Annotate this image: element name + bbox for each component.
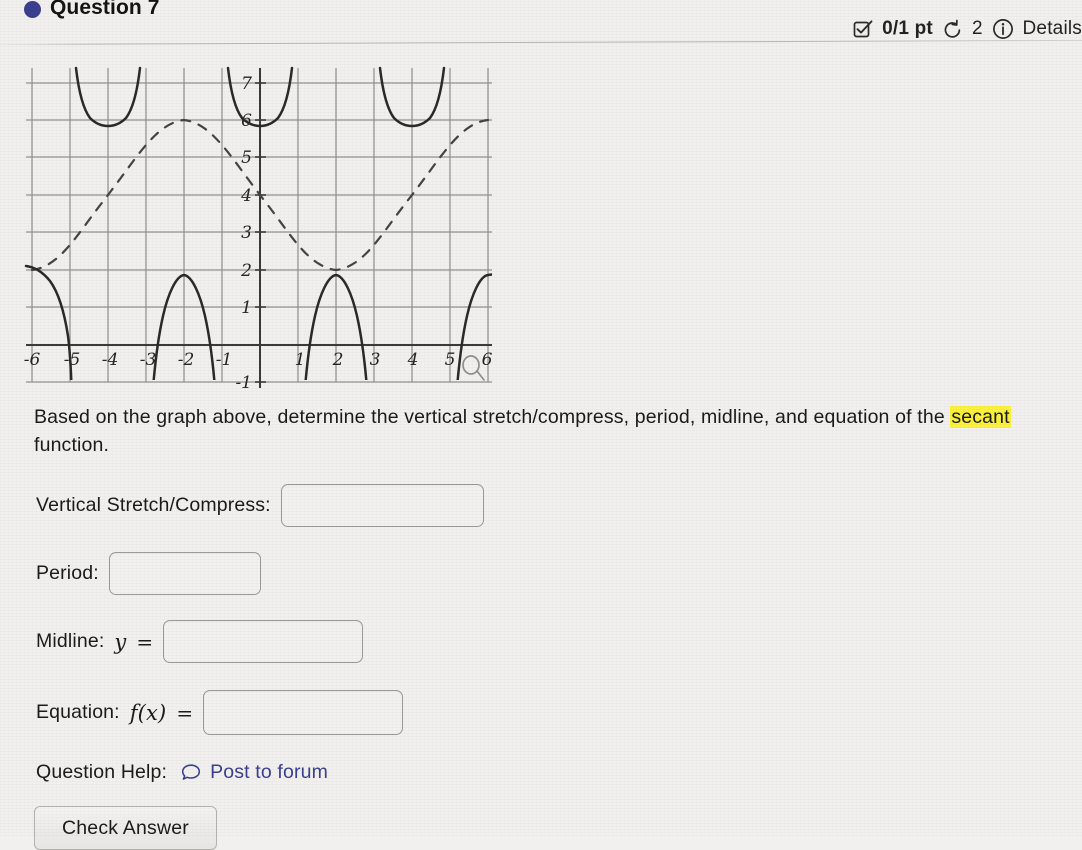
post-to-forum-label: Post to forum (210, 761, 329, 783)
info-circle-icon[interactable] (992, 18, 1014, 40)
period-row: Period: (36, 552, 261, 595)
svg-text:2: 2 (240, 261, 252, 281)
equation-row: Equation: f(x) = (36, 690, 404, 735)
attempts-count: 2 (971, 18, 983, 39)
equation-input[interactable] (203, 690, 404, 735)
midline-equals-sign: = (136, 629, 154, 654)
vertical-stretch-row: Vertical Stretch/Compress: (36, 484, 484, 527)
midline-label: Midline: (36, 630, 105, 652)
page-title: Question 7 (50, 0, 160, 19)
svg-text:-1: -1 (216, 350, 233, 370)
prompt-text-before: Based on the graph above, determine the … (34, 406, 951, 428)
svg-text:4: 4 (240, 186, 252, 206)
svg-text:2: 2 (332, 350, 344, 370)
speech-bubble-icon (181, 763, 201, 782)
question-meta: 0/1 pt 2 Details (853, 18, 1082, 40)
question-help-row: Question Help: Post to forum (36, 761, 328, 784)
period-input[interactable] (108, 552, 261, 595)
secant-graph-svg: -6 -5 -4 -3 -2 -1 1 2 3 4 5 6 7 6 5 4 3 … (24, 66, 493, 393)
vertical-stretch-label: Vertical Stretch/Compress: (36, 494, 271, 516)
svg-text:-1: -1 (235, 373, 252, 393)
retry-icon (942, 19, 963, 40)
question-bullet-icon (24, 1, 41, 18)
details-link[interactable]: Details (1023, 18, 1082, 40)
svg-text:5: 5 (241, 148, 252, 168)
svg-text:1: 1 (295, 350, 306, 370)
x-tick-labels: -6 -5 -4 -3 -2 -1 1 2 3 4 5 6 (24, 350, 493, 370)
svg-text:6: 6 (482, 350, 493, 370)
svg-text:4: 4 (407, 350, 419, 370)
question-header: Question 7 0/1 pt 2 Details (0, 0, 1082, 52)
svg-text:-2: -2 (178, 350, 195, 370)
prompt-highlight-secant: secant (950, 406, 1011, 428)
svg-text:-5: -5 (64, 350, 81, 370)
check-answer-button[interactable]: Check Answer (34, 806, 217, 850)
axes (26, 68, 492, 388)
checkbox-checked-icon (853, 19, 873, 39)
prompt-text-after: function. (34, 433, 110, 456)
midline-row: Midline: y = (36, 620, 364, 663)
points-value: 0/1 pt (882, 18, 933, 39)
question-title-group: Question 7 (24, 0, 160, 20)
svg-text:1: 1 (241, 298, 252, 318)
svg-text:5: 5 (445, 350, 456, 370)
question-help-label: Question Help: (36, 761, 168, 783)
vertical-stretch-input[interactable] (280, 484, 484, 527)
midline-variable: y (114, 629, 127, 654)
question-prompt: Based on the graph above, determine the … (34, 404, 1048, 459)
midline-input[interactable] (163, 620, 364, 663)
svg-text:-6: -6 (24, 350, 41, 370)
post-to-forum-link[interactable]: Post to forum (181, 761, 328, 784)
secant-graph: -6 -5 -4 -3 -2 -1 1 2 3 4 5 6 7 6 5 4 3 … (0, 58, 500, 393)
svg-text:7: 7 (241, 74, 252, 94)
equation-label: Equation: (36, 701, 120, 723)
period-label: Period: (36, 562, 99, 584)
svg-text:3: 3 (370, 350, 381, 370)
equation-equals-sign: = (176, 700, 194, 725)
header-divider (0, 39, 1082, 45)
svg-text:-4: -4 (102, 350, 119, 370)
equation-function-notation: f(x) (129, 700, 167, 725)
svg-text:3: 3 (241, 223, 252, 243)
